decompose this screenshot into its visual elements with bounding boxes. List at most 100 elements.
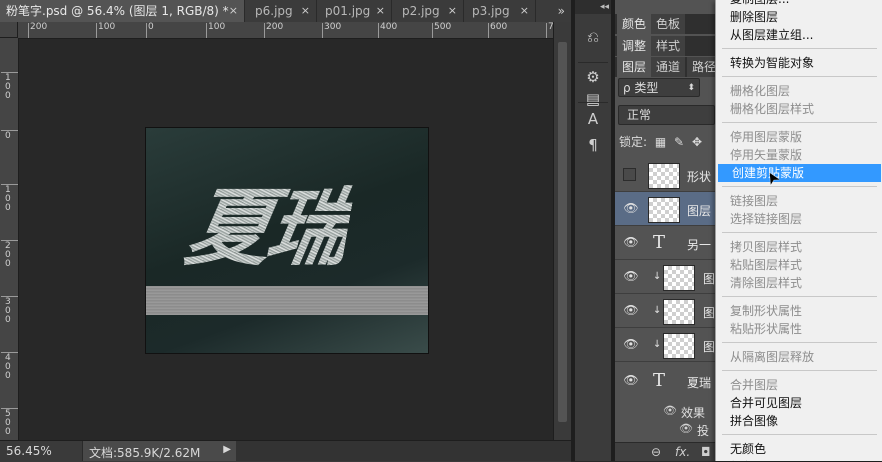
zoom-level[interactable]: 56.45% [6, 444, 52, 458]
close-tab-icon[interactable]: × [448, 0, 457, 22]
tab-styles[interactable]: 样式 [651, 36, 686, 56]
tab-paths[interactable]: 路径 [687, 57, 715, 77]
tab-p2[interactable]: p2.jpg × [392, 0, 464, 22]
fx-icon[interactable]: fx. [675, 443, 690, 461]
menu-item[interactable]: 创建剪贴蒙版 ➤ [718, 164, 881, 189]
menu-item: 粘贴图层样式 [730, 258, 803, 272]
color-panel-tabs: 颜色 色板 [615, 14, 715, 34]
tab-color[interactable]: 颜色 [617, 14, 652, 34]
tab-fenbizi-psd[interactable]: 粉笔字.psd @ 56.4% (图层 1, RGB/8) * × [0, 0, 245, 22]
menu-item[interactable]: 删除图层 [716, 8, 882, 26]
layers-panel-footer: ⊖ fx. ◘ [615, 442, 715, 461]
info-icon[interactable]: ▤ [579, 88, 607, 110]
lock-move-icon[interactable]: ✥ [692, 135, 702, 149]
layer-row-text[interactable]: 👁 T 另一 [615, 226, 715, 260]
horizontal-scrollbar[interactable] [236, 441, 571, 461]
ruler-major-tick [378, 23, 379, 38]
character-icon[interactable]: A [579, 108, 607, 130]
menu-item: 停用矢量蒙版 [730, 148, 803, 162]
ruler-major-tick [546, 23, 547, 38]
tab-adjustments[interactable]: 调整 [617, 36, 652, 56]
eye-icon[interactable]: 👁 [679, 422, 693, 435]
tab-overflow-icon[interactable]: » [558, 0, 565, 22]
ruler-major-tick [96, 23, 97, 38]
menu-separator [722, 122, 877, 123]
ruler-origin[interactable] [0, 22, 18, 38]
close-tab-icon[interactable]: × [301, 0, 310, 22]
lock-label: 锁定: [619, 135, 648, 149]
menu-item[interactable]: 转换为智能对象 [716, 54, 882, 72]
layer-thumbnail [663, 299, 695, 325]
clipping-arrow-icon: ↓ [653, 305, 662, 316]
layer-row-shape[interactable]: 形状 1 [615, 158, 715, 192]
tab-p6[interactable]: p6.jpg × [245, 0, 317, 22]
lock-transparency-icon[interactable]: ▦ [655, 135, 666, 149]
filter-type-label: ρ 类型 [623, 81, 659, 95]
paragraph-icon[interactable]: ¶ [579, 134, 607, 156]
blend-mode-select[interactable]: 正常 [618, 105, 715, 125]
eye-icon[interactable]: 👁 [623, 235, 639, 249]
close-tab-icon[interactable]: × [520, 0, 529, 22]
menu-item[interactable]: 无颜色 [716, 440, 882, 458]
menu-item: 粘贴形状属性 [730, 322, 803, 336]
layer-name: 图层 1 [687, 204, 715, 218]
ruler-label: 400 [380, 22, 398, 32]
layer-thumbnail [648, 163, 680, 189]
eye-icon[interactable]: 👁 [623, 269, 639, 283]
menu-item: 复制形状属性 [730, 304, 803, 318]
close-tab-icon[interactable]: × [376, 0, 385, 22]
effects-row[interactable]: 👁 效果 [615, 402, 715, 420]
eye-icon[interactable]: 👁 [623, 337, 639, 351]
properties-icon[interactable]: ⚙ [579, 66, 607, 88]
menu-item[interactable]: 从图层建立组... [716, 26, 882, 44]
eye-icon[interactable]: 👁 [623, 373, 639, 387]
document-size: 文档:585.9K/2.62M [89, 446, 201, 460]
tab-channels[interactable]: 通道 [651, 57, 686, 77]
ruler-label: 300 [5, 297, 11, 325]
divider [578, 62, 608, 63]
tab-p01[interactable]: p01.jpg × [317, 0, 392, 22]
menu-item[interactable]: 复制图层... [716, 0, 882, 8]
layer-row-clipped[interactable]: 👁 ↓ 图 [615, 294, 715, 328]
menu-item: 链接图层 [730, 194, 779, 208]
layer-name: 图 [703, 272, 715, 286]
document-canvas[interactable]: 夏瑞 [146, 128, 428, 353]
document-info[interactable]: 文档:585.9K/2.62M ▶ [82, 441, 238, 461]
layer-context-menu: 复制图层...删除图层从图层建立组... 转换为智能对象栅格化图层栅格化图层样式停… [715, 0, 882, 461]
lock-brush-icon[interactable]: ✎ [674, 135, 684, 149]
menu-item: 栅格化图层样式 [730, 102, 815, 116]
menu-item: 停用图层蒙版 [730, 130, 803, 144]
layer-row-clipped[interactable]: 👁 ↓ 图 [615, 260, 715, 294]
vertical-scrollbar[interactable] [553, 22, 572, 440]
vertical-ruler[interactable]: 100 0 100 200 300 400 500 [0, 38, 19, 440]
effect-item-row[interactable]: 👁 投影 [615, 420, 715, 455]
tab-label: p6.jpg [255, 4, 293, 18]
eye-icon[interactable]: 👁 [663, 404, 677, 417]
layer-row-text[interactable]: 👁 T 夏瑞 [615, 364, 715, 398]
layer-filter-dropdown[interactable]: ρ 类型 ⬍ [618, 78, 700, 97]
menu-item: 从隔离图层释放 [730, 350, 815, 364]
menu-item: 拷贝图层样式 [730, 240, 803, 254]
horizontal-ruler[interactable]: 200 100 0 100 200 300 400 500 600 700 [18, 22, 553, 39]
ruler-major-tick [488, 23, 489, 38]
tab-p3[interactable]: p3.jpg × [464, 0, 536, 22]
tab-label: p01.jpg [325, 4, 371, 18]
tab-swatches[interactable]: 色板 [651, 14, 686, 34]
link-layers-icon[interactable]: ⊖ [651, 443, 661, 461]
layer-row-clipped[interactable]: 👁 ↓ 图 [615, 328, 715, 362]
tab-layers[interactable]: 图层 [617, 57, 652, 77]
close-tab-icon[interactable]: × [229, 0, 238, 22]
layer-name: 形状 1 [687, 170, 715, 184]
layer-row-selected[interactable]: 👁 图层 1 [615, 192, 715, 226]
scrollbar-thumb[interactable] [558, 42, 567, 422]
eye-icon[interactable]: 👁 [623, 201, 639, 215]
mask-icon[interactable]: ◘ [701, 443, 711, 461]
info-menu-arrow-icon[interactable]: ▶ [223, 444, 231, 455]
menu-item[interactable]: 拼合图像 [716, 412, 882, 430]
visibility-toggle[interactable] [623, 168, 636, 181]
collapse-panels-icon[interactable]: ◂◂ [575, 0, 611, 14]
menu-separator [722, 342, 877, 343]
history-icon[interactable]: ⎌ [579, 26, 607, 48]
eye-icon[interactable]: 👁 [623, 303, 639, 317]
menu-item[interactable]: 合并可见图层 [716, 394, 882, 412]
